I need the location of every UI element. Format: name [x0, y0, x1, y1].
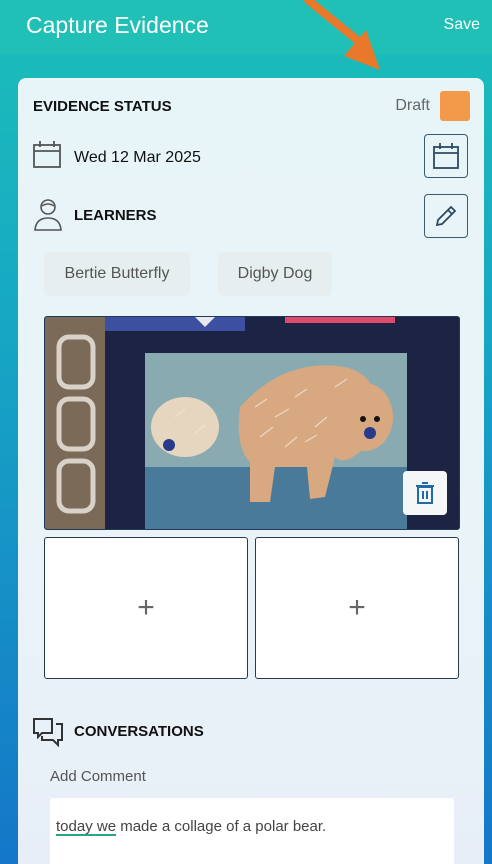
calendar-icon — [433, 143, 459, 169]
spellcheck-marked-text: today we — [56, 818, 117, 835]
page-title: Capture Evidence — [26, 12, 209, 38]
delete-photo-button[interactable] — [403, 471, 447, 515]
evidence-photo[interactable] — [44, 316, 460, 530]
polar-bear-collage-image — [45, 317, 459, 529]
learner-chip[interactable]: Digby Dog — [218, 252, 332, 296]
learner-chip[interactable]: Bertie Butterfly — [44, 252, 190, 296]
chat-icon — [33, 718, 63, 748]
person-icon — [34, 199, 62, 231]
evidence-date: Wed 12 Mar 2025 — [74, 149, 201, 166]
calendar-icon — [33, 141, 61, 168]
learners-label: LEARNERS — [74, 207, 157, 224]
date-picker-button[interactable] — [424, 134, 468, 178]
app-bar: Capture Evidence Save — [0, 0, 492, 54]
add-media-button[interactable]: + — [255, 537, 459, 679]
status-value: Draft — [395, 97, 430, 114]
conversations-label: CONVERSATIONS — [74, 723, 204, 740]
add-comment-label: Add Comment — [50, 768, 146, 785]
evidence-card: EVIDENCE STATUS Draft Wed 12 Mar 2025 LE… — [18, 78, 484, 864]
comment-text: today we made a collage of a polar bear. — [56, 818, 326, 835]
edit-learners-button[interactable] — [424, 194, 468, 238]
comment-input[interactable]: today we made a collage of a polar bear. — [50, 798, 454, 864]
comment-text-rest: made a collage of a polar bear. — [116, 818, 327, 835]
annotation-arrow-icon — [304, 0, 380, 70]
pencil-icon — [435, 205, 457, 227]
save-button[interactable]: Save — [444, 16, 480, 34]
trash-icon — [416, 482, 434, 504]
status-color-swatch[interactable] — [440, 91, 470, 121]
evidence-status-label: EVIDENCE STATUS — [33, 98, 172, 115]
add-media-button[interactable]: + — [44, 537, 248, 679]
